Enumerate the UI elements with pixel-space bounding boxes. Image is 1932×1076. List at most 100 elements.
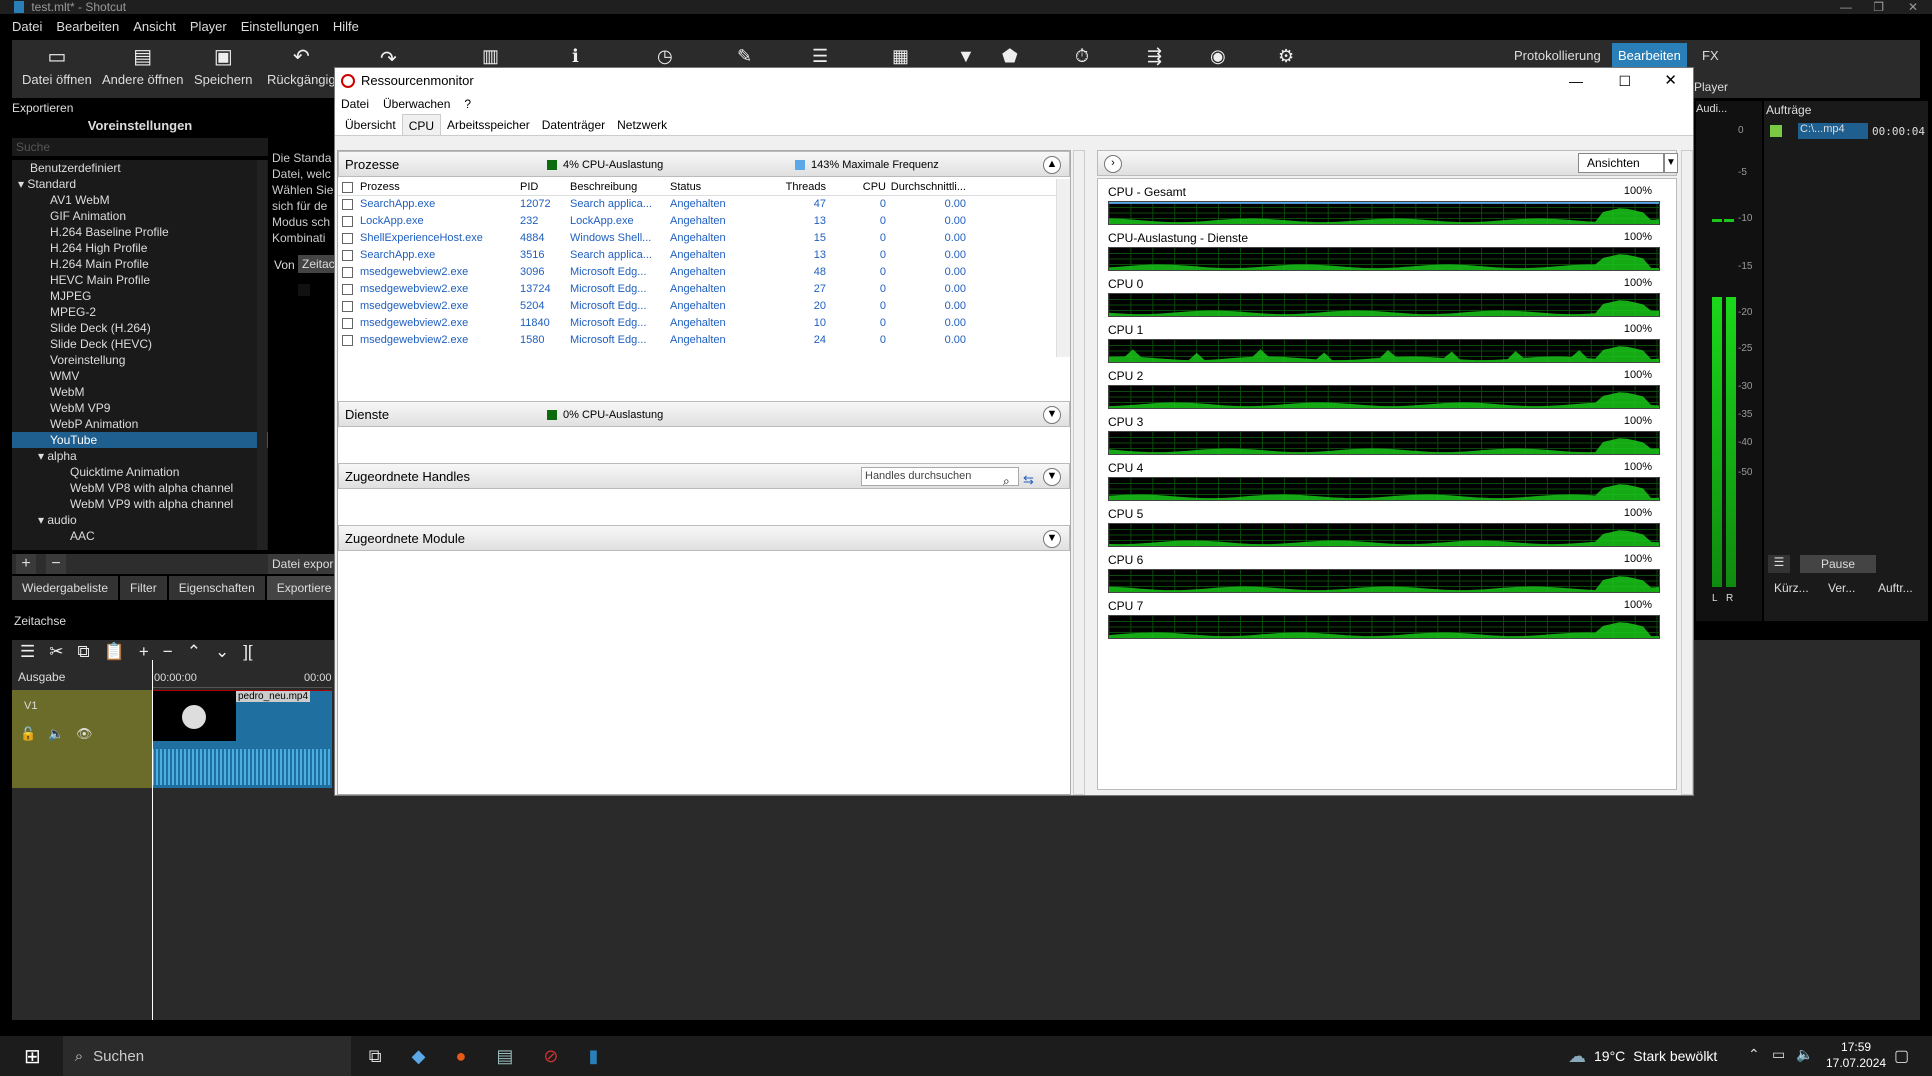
column-header[interactable]: Beschreibung: [566, 179, 666, 195]
tab-overview[interactable]: Übersicht: [339, 114, 402, 135]
remove-preset-button[interactable]: −: [46, 554, 66, 574]
menu-einstellungen[interactable]: Einstellungen: [241, 19, 319, 39]
video-clip[interactable]: pedro_neu.mp4: [152, 690, 332, 788]
resmon-minimize-icon[interactable]: —: [1569, 68, 1583, 94]
process-checkbox[interactable]: [338, 315, 356, 332]
preset-item[interactable]: MJPEG: [12, 288, 268, 304]
von-select[interactable]: Zeitac: [298, 255, 335, 273]
peak-meter-icon[interactable]: ▥: [482, 46, 499, 67]
export-icon[interactable]: ⇶: [1147, 46, 1162, 67]
eye-icon[interactable]: 👁: [76, 726, 93, 742]
restore-icon[interactable]: ❐: [1873, 0, 1884, 14]
menu-bearbeiten[interactable]: Bearbeiten: [56, 19, 119, 39]
tab-jobs-ver[interactable]: Ver...: [1828, 581, 1855, 595]
lift-icon[interactable]: ⌃: [187, 640, 201, 664]
process-checkbox[interactable]: [338, 213, 356, 230]
process-checkbox[interactable]: [338, 281, 356, 298]
timeline-menu-icon[interactable]: ☰: [20, 640, 35, 664]
processes-scrollbar[interactable]: [1056, 179, 1070, 357]
preset-item[interactable]: Slide Deck (HEVC): [12, 336, 268, 352]
overwrite-icon[interactable]: ⌄: [215, 640, 229, 664]
column-header[interactable]: Threads: [756, 179, 826, 195]
timer-icon[interactable]: ⏱: [1075, 46, 1089, 67]
expand-arrow-icon[interactable]: ▾: [38, 449, 47, 463]
column-header[interactable]: Durchschnittli...: [886, 179, 966, 195]
preset-item[interactable]: WMV: [12, 368, 268, 384]
open-other-button[interactable]: ▤ Andere öffnen: [102, 46, 183, 87]
preset-item[interactable]: MPEG-2: [12, 304, 268, 320]
preset-tree[interactable]: Benutzerdefiniert ▾ Standard AV1 WebM GIF A…: [12, 160, 268, 550]
preset-item[interactable]: WebP Animation: [12, 416, 268, 432]
process-row[interactable]: SearchApp.exe 12072 Search applica... Angeh…: [338, 196, 1056, 213]
preset-item[interactable]: GIF Animation: [12, 208, 268, 224]
tray-chevron-icon[interactable]: ⌃: [1748, 1046, 1760, 1063]
expand-handles-icon[interactable]: ▼: [1043, 468, 1061, 486]
process-checkbox[interactable]: [338, 196, 356, 213]
views-button[interactable]: Ansichten: [1578, 153, 1664, 173]
network-icon[interactable]: ▭: [1772, 1046, 1785, 1063]
marker-icon[interactable]: ⬟: [1002, 46, 1018, 67]
tab-properties[interactable]: Eigenschaften: [168, 576, 265, 600]
track-header-v1[interactable]: V1 🔓 🔈 👁: [12, 690, 152, 788]
weather-widget[interactable]: ☁ 19°C Stark bewölkt: [1568, 1036, 1717, 1076]
services-header[interactable]: Dienste 0% CPU-Auslastung ▼: [338, 401, 1070, 427]
preset-item[interactable]: Voreinstellung: [12, 352, 268, 368]
graph-pane-scrollbar[interactable]: [1681, 150, 1693, 795]
preset-item[interactable]: Slide Deck (H.264): [12, 320, 268, 336]
preset-item[interactable]: AV1 WebM: [12, 192, 268, 208]
option-checkbox[interactable]: [298, 284, 310, 296]
preset-item[interactable]: ▾ audio: [12, 512, 268, 528]
preset-item[interactable]: AAC: [12, 528, 268, 544]
modules-header[interactable]: Zugeordnete Module ▼: [338, 525, 1070, 551]
cut-icon[interactable]: ✂: [49, 640, 63, 664]
preset-item[interactable]: Quicktime Animation: [12, 464, 268, 480]
process-row[interactable]: msedgewebview2.exe 3096 Microsoft Edg... An…: [338, 264, 1056, 281]
playhead[interactable]: [152, 660, 153, 1020]
preset-item[interactable]: H.264 Baseline Profile: [12, 224, 268, 240]
tab-jobs-short[interactable]: Kürz...: [1774, 581, 1809, 595]
preset-item[interactable]: Benutzerdefiniert: [12, 160, 268, 176]
column-header[interactable]: Status: [666, 179, 756, 195]
left-pane-scrollbar[interactable]: [1073, 150, 1085, 795]
volume-icon[interactable]: 🔈: [1796, 1046, 1813, 1063]
resource-monitor-taskbar-icon[interactable]: ⊘: [543, 1046, 558, 1067]
process-checkbox[interactable]: [338, 230, 356, 247]
process-checkbox[interactable]: [338, 298, 356, 315]
notifications-icon[interactable]: ▢: [1894, 1046, 1909, 1066]
menu-hilfe[interactable]: Hilfe: [333, 19, 359, 39]
resmon-menu-ueberwachen[interactable]: Überwachen: [383, 94, 450, 114]
filter-icon[interactable]: ▼: [957, 46, 975, 67]
process-checkbox[interactable]: [338, 264, 356, 281]
process-checkbox[interactable]: [338, 332, 356, 349]
preset-item[interactable]: ▾ alpha: [12, 448, 268, 464]
preset-item[interactable]: H.264 Main Profile: [12, 256, 268, 272]
tab-export[interactable]: Exportiere: [266, 576, 342, 600]
pause-button[interactable]: Pause: [1800, 555, 1876, 573]
preset-item[interactable]: H.264 High Profile: [12, 240, 268, 256]
remove-icon[interactable]: −: [163, 640, 173, 664]
tab-disk[interactable]: Datenträger: [536, 114, 611, 135]
expand-graphs-icon[interactable]: ›: [1104, 155, 1122, 173]
history-icon[interactable]: ◷: [657, 46, 673, 67]
preset-item[interactable]: YouTube: [12, 432, 268, 448]
taskbar-clock[interactable]: 17:59 17.07.2024: [1826, 1039, 1886, 1071]
preset-item[interactable]: WebM VP8 with alpha channel: [12, 480, 268, 496]
preset-item[interactable]: WebM VP9: [12, 400, 268, 416]
search-icon[interactable]: ⌕: [1003, 468, 1010, 494]
playlist-icon[interactable]: ☰: [812, 46, 828, 67]
open-file-button[interactable]: ▭ Datei öffnen: [22, 46, 92, 87]
handles-header[interactable]: Zugeordnete Handles Handles durchsuchen …: [338, 463, 1070, 489]
process-row[interactable]: msedgewebview2.exe 13724 Microsoft Edg... A…: [338, 281, 1056, 298]
tab-cpu[interactable]: CPU: [401, 114, 442, 135]
timeline-icon[interactable]: ▦: [892, 46, 909, 67]
processes-table[interactable]: Prozess PID Beschreibung Status Threads CPU Du…: [338, 179, 1056, 357]
process-row[interactable]: SearchApp.exe 3516 Search applica... Angeha…: [338, 247, 1056, 264]
properties-icon[interactable]: ℹ: [572, 46, 579, 67]
process-row[interactable]: msedgewebview2.exe 5204 Microsoft Edg... An…: [338, 298, 1056, 315]
windows-start-icon[interactable]: ⊞: [24, 1044, 41, 1069]
save-button[interactable]: ▣ Speichern: [194, 46, 253, 87]
expand-arrow-icon[interactable]: ▾: [18, 177, 27, 191]
taskbar-search[interactable]: ⌕ Suchen: [62, 1036, 351, 1076]
tab-filter[interactable]: Filter: [120, 576, 167, 600]
firefox-icon[interactable]: ●: [455, 1046, 466, 1067]
